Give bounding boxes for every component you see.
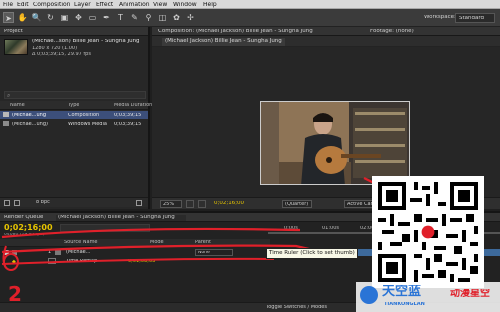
- logo-mark-icon: [360, 286, 378, 304]
- annotation-underline-bottom: [1, 257, 275, 265]
- time-ruler-tooltip: Time Ruler (Click to set thumb): [266, 248, 358, 259]
- qr-code-image: [372, 176, 484, 288]
- brand-domain: TIANKONGLAN: [384, 302, 425, 307]
- qr-code-graphic: [374, 178, 482, 286]
- brand-tagline: 动漫星空: [450, 289, 490, 299]
- brand-text: 天空蓝: [382, 285, 422, 298]
- qr-center-logo: [421, 225, 435, 239]
- annotation-underline-top: [1, 227, 300, 239]
- annotation-number: 2: [8, 284, 22, 304]
- watermark-logo: 天空蓝 TIANKONGLAN 动漫星空: [356, 282, 500, 312]
